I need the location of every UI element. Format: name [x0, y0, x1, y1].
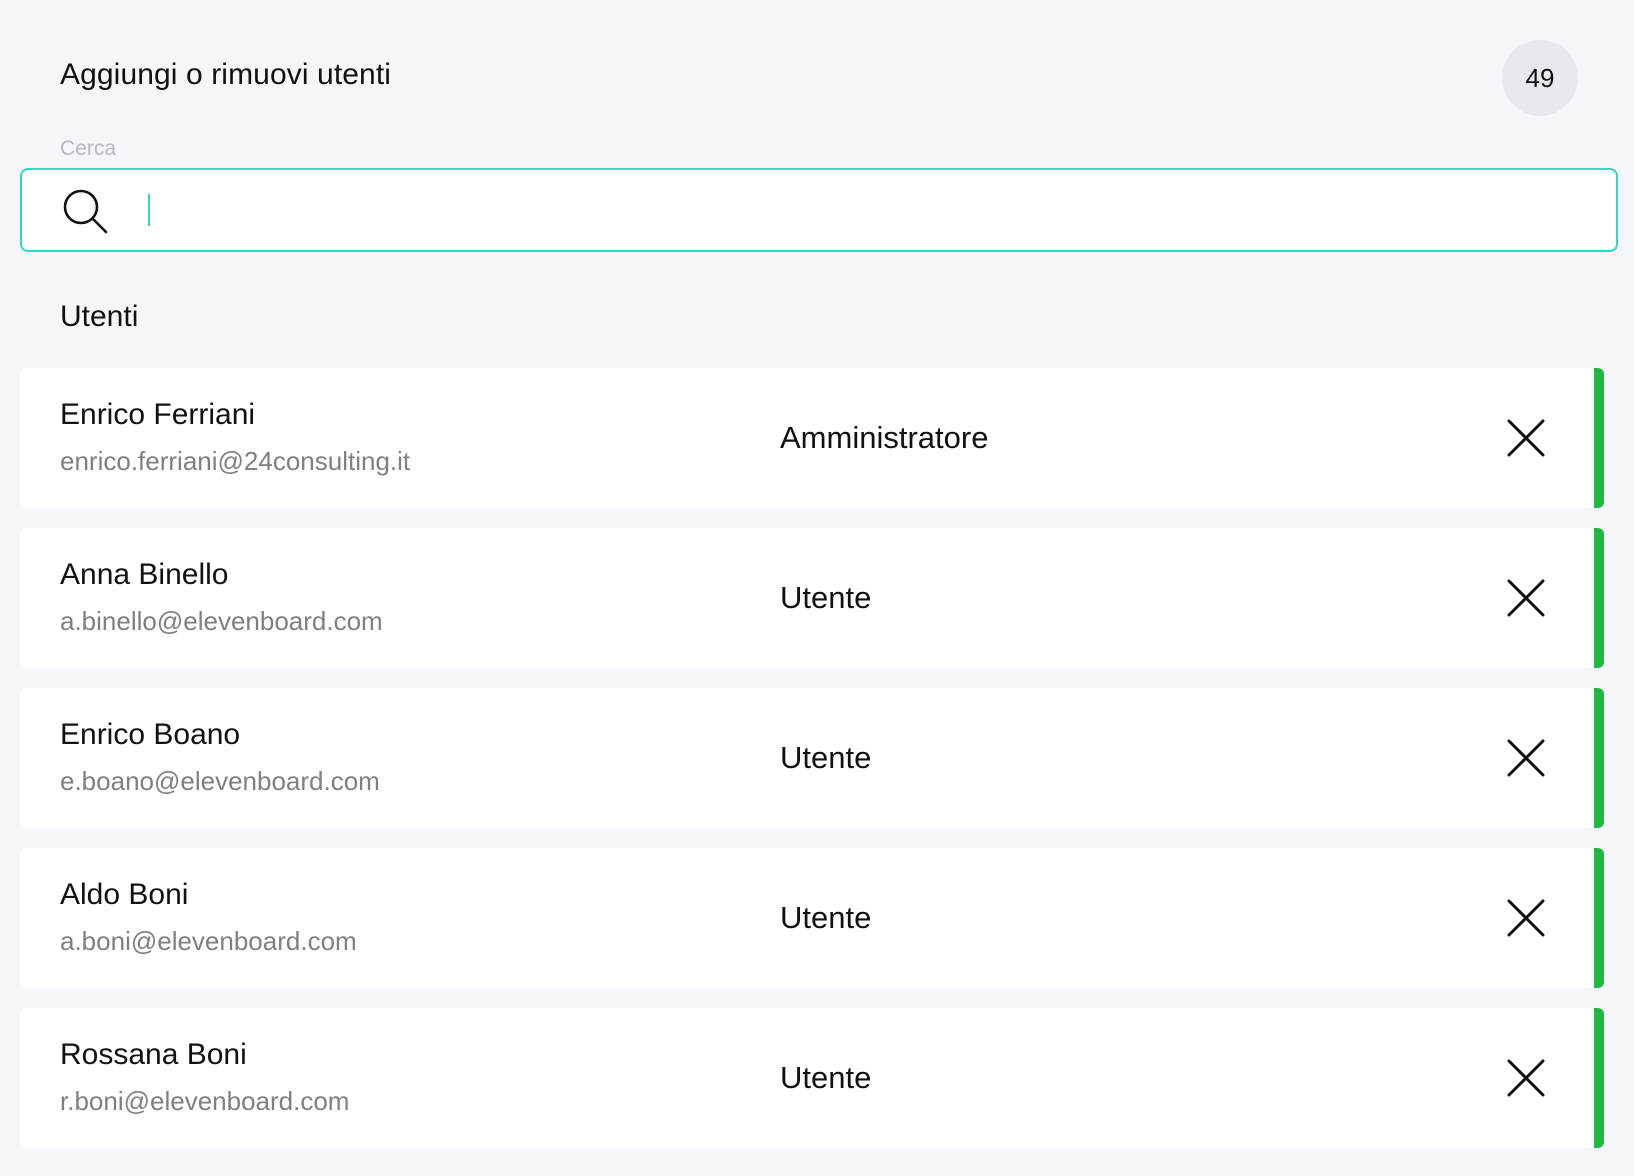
remove-user-button[interactable] [1504, 1056, 1548, 1100]
user-list: Enrico Ferriani enrico.ferriani@24consul… [20, 368, 1604, 1168]
remove-user-button[interactable] [1504, 896, 1548, 940]
remove-user-button[interactable] [1504, 736, 1548, 780]
search-input[interactable] [146, 184, 1586, 236]
close-icon [1507, 899, 1545, 937]
close-icon [1507, 739, 1545, 777]
search-field[interactable] [20, 168, 1618, 252]
panel-header: Aggiungi o rimuovi utenti 49 [0, 0, 1634, 150]
user-role: Utente [780, 900, 872, 935]
user-email: e.boano@elevenboard.com [60, 766, 380, 796]
close-icon [1507, 1059, 1545, 1097]
user-name: Rossana Boni [60, 1038, 247, 1071]
user-row: Anna Binello a.binello@elevenboard.com U… [20, 528, 1604, 668]
user-name: Aldo Boni [60, 878, 189, 911]
search-label: Cerca [60, 137, 117, 160]
users-section-title: Utenti [60, 300, 139, 333]
user-email: a.boni@elevenboard.com [60, 926, 357, 956]
text-caret [148, 194, 150, 226]
user-row: Rossana Boni r.boni@elevenboard.com Uten… [20, 1008, 1604, 1148]
remove-user-button[interactable] [1504, 576, 1548, 620]
user-email: a.binello@elevenboard.com [60, 606, 383, 636]
user-role: Utente [780, 1060, 872, 1095]
close-icon [1507, 419, 1545, 457]
user-count-badge: 49 [1502, 40, 1578, 116]
user-row: Enrico Ferriani enrico.ferriani@24consul… [20, 368, 1604, 508]
user-email: r.boni@elevenboard.com [60, 1086, 350, 1116]
search-icon [63, 189, 108, 234]
user-row: Enrico Boano e.boano@elevenboard.com Ute… [20, 688, 1604, 828]
user-role: Utente [780, 580, 872, 615]
user-role: Utente [780, 740, 872, 775]
remove-user-button[interactable] [1504, 416, 1548, 460]
user-role: Amministratore [780, 420, 989, 455]
user-name: Enrico Boano [60, 718, 241, 751]
page-title: Aggiungi o rimuovi utenti [60, 58, 392, 91]
user-row: Aldo Boni a.boni@elevenboard.com Utente [20, 848, 1604, 988]
user-name: Anna Binello [60, 558, 229, 591]
user-email: enrico.ferriani@24consulting.it [60, 446, 411, 476]
close-icon [1507, 579, 1545, 617]
user-name: Enrico Ferriani [60, 398, 256, 431]
